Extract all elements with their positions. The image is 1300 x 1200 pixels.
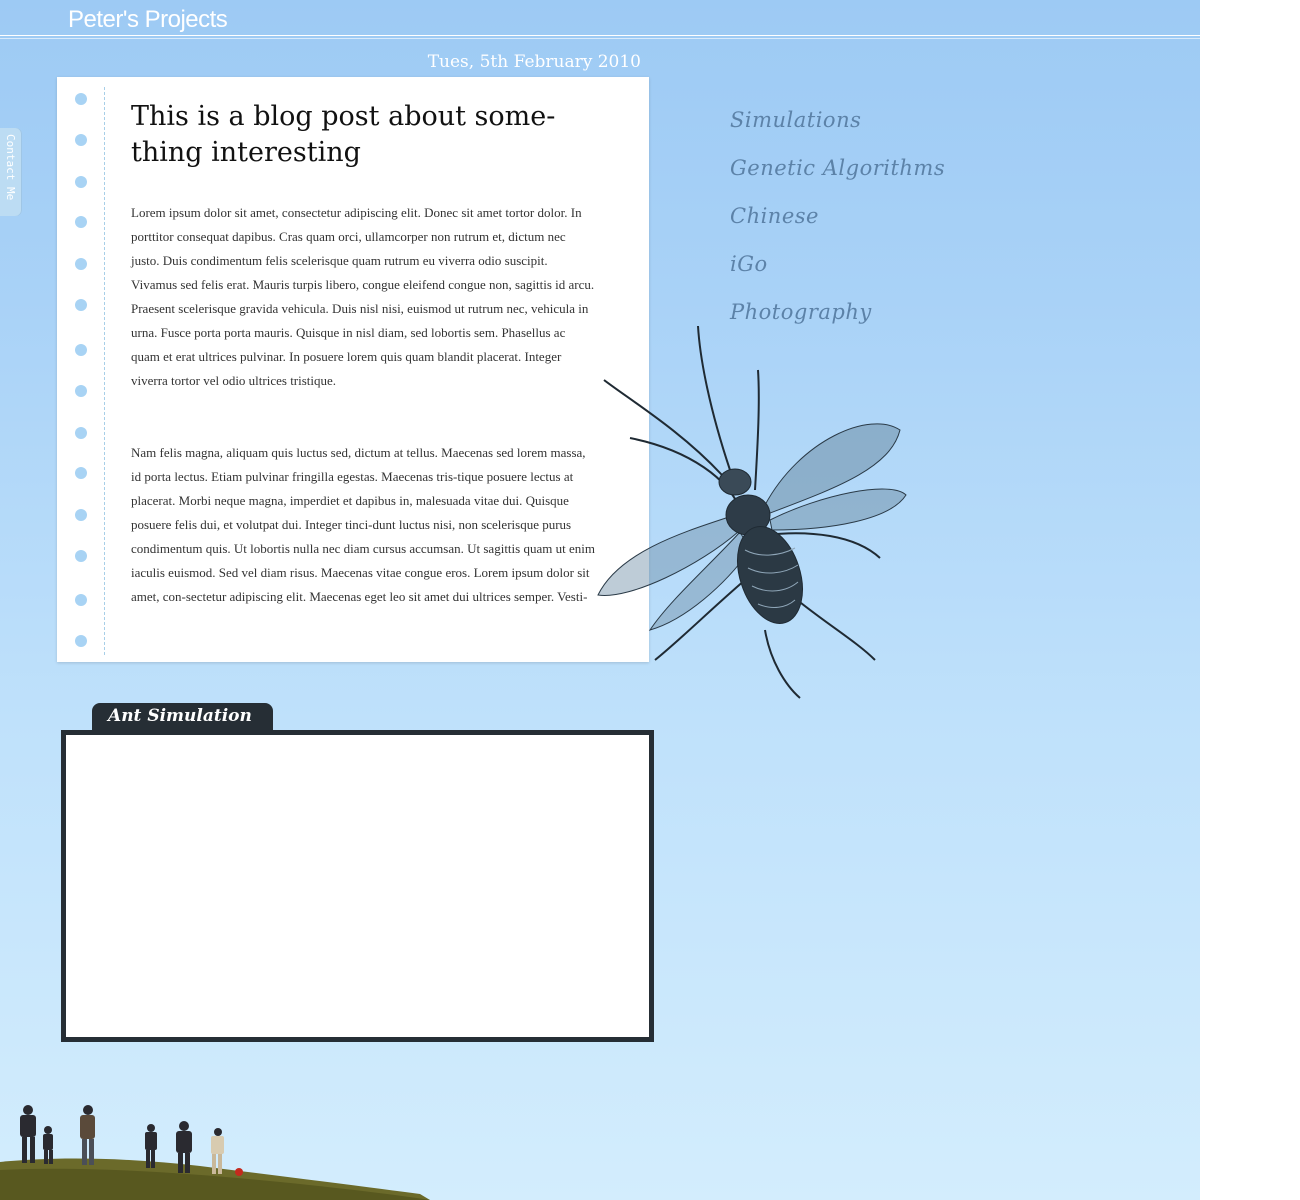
beetle-illustration-icon: [597, 325, 907, 699]
contact-me-tab[interactable]: Contact Me: [0, 128, 22, 216]
ant-simulation-canvas[interactable]: [61, 730, 654, 1042]
post-paragraph: Nam felis magna, aliquam quis luctus sed…: [131, 445, 595, 604]
hillside-people-image: [0, 1105, 430, 1200]
beetle-antenna: [697, 325, 731, 471]
notebook-hole: [75, 467, 87, 479]
notebook-hole: [75, 550, 87, 562]
notebook-margin-line: [104, 87, 105, 655]
project-nav: Simulations Genetic Algorithms Chinese i…: [730, 100, 980, 340]
page-background: Peter's Projects Tues, 5th February 2010…: [0, 0, 1200, 1200]
post-title: This is a blog post about some-thing int…: [131, 101, 556, 168]
ant-simulation-tab[interactable]: Ant Simulation: [92, 703, 273, 731]
nav-item-chinese[interactable]: Chinese: [730, 196, 980, 244]
header-rule: [0, 35, 1200, 36]
ant-simulation-title: Ant Simulation: [108, 706, 252, 726]
notebook-hole: [75, 258, 87, 270]
notebook-hole: [75, 594, 87, 606]
notebook-hole: [75, 427, 87, 439]
beetle-antenna: [603, 379, 723, 476]
blog-post-card: This is a blog post about some-thing int…: [57, 77, 649, 662]
nav-item-igo[interactable]: iGo: [730, 244, 980, 292]
notebook-hole: [75, 509, 87, 521]
notebook-hole: [75, 635, 87, 647]
nav-item-simulations[interactable]: Simulations: [730, 100, 980, 148]
notebook-hole: [75, 176, 87, 188]
post-date: Tues, 5th February 2010: [427, 52, 641, 72]
notebook-hole: [75, 216, 87, 228]
header-rule-secondary: [0, 38, 1200, 39]
notebook-hole: [75, 93, 87, 105]
beetle-head: [718, 468, 752, 496]
notebook-hole: [75, 385, 87, 397]
site-title[interactable]: Peter's Projects: [68, 6, 228, 34]
notebook-hole: [75, 134, 87, 146]
contact-me-label: Contact Me: [4, 134, 17, 201]
notebook-hole: [75, 344, 87, 356]
notebook-hole: [75, 299, 87, 311]
post-paragraph: Lorem ipsum dolor sit amet, consectetur …: [131, 205, 595, 388]
nav-item-genetic-algorithms[interactable]: Genetic Algorithms: [730, 148, 980, 196]
